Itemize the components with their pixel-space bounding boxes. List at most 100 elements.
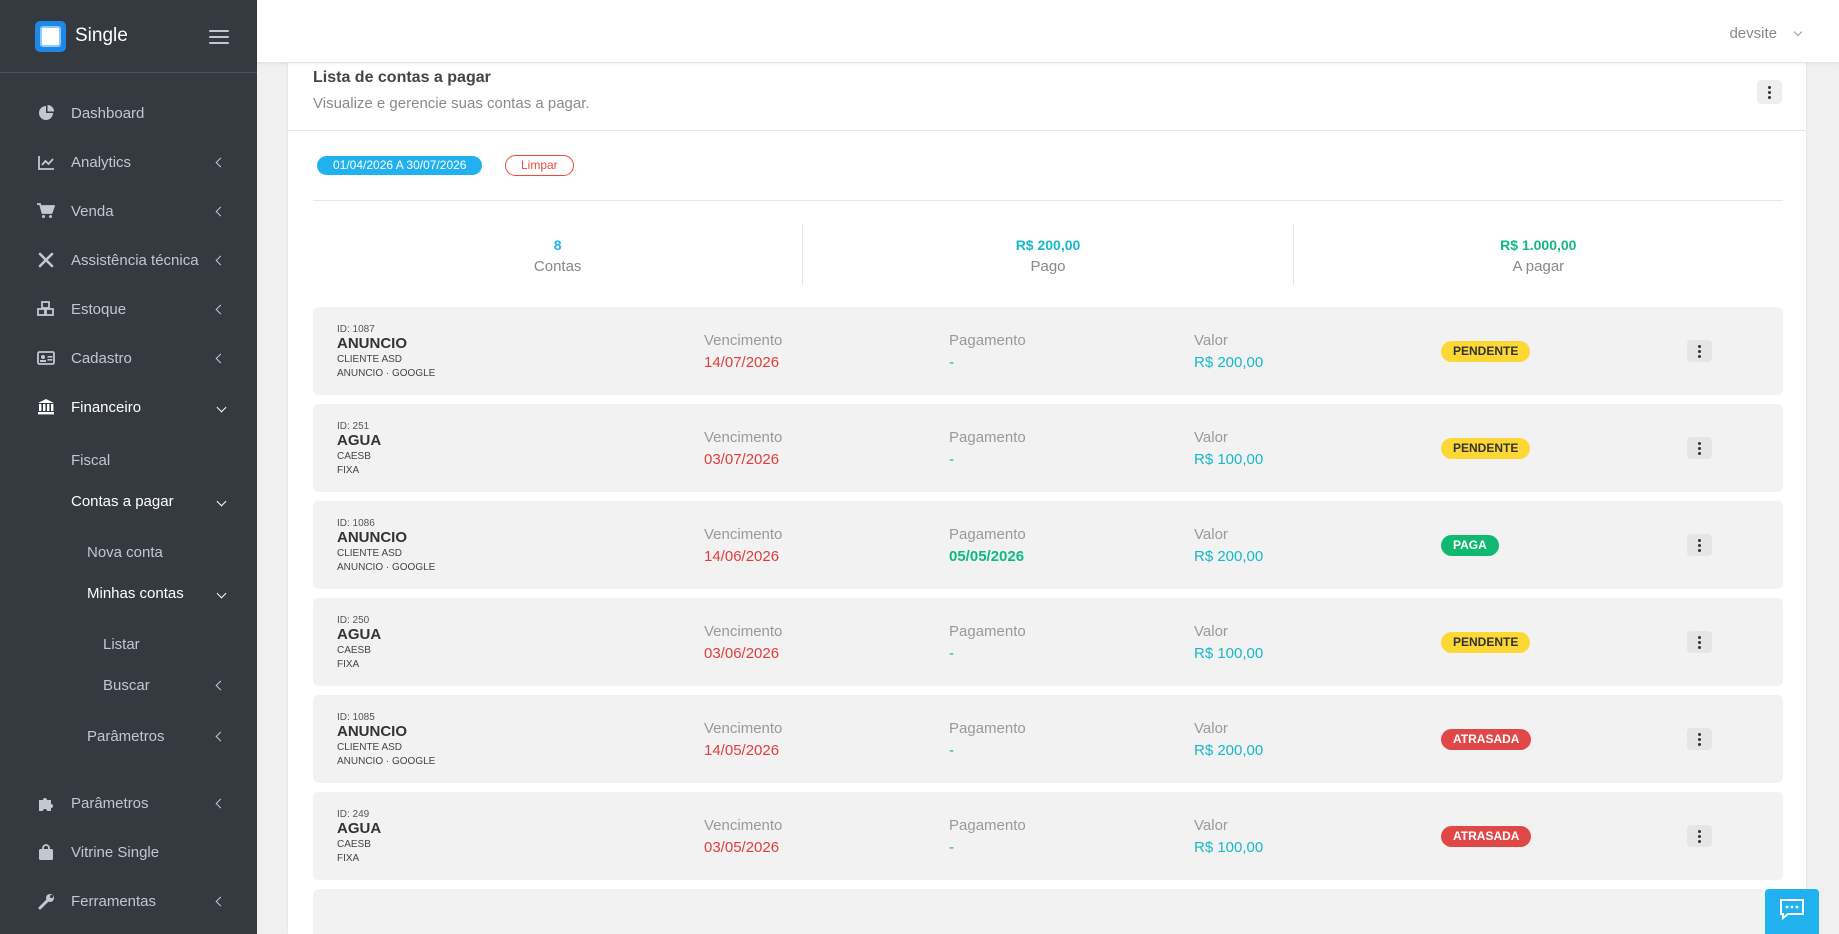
row-menu-button[interactable]: [1687, 825, 1712, 847]
stat-label: Pago: [1030, 258, 1066, 275]
bill-category: ANUNCIO · GOOGLE: [337, 562, 436, 573]
bill-row[interactable]: ID: 1087 ANUNCIO CLIENTE ASD ANUNCIO · G…: [313, 307, 1783, 395]
bill-row[interactable]: ID: 251 AGUA CAESB FIXA Vencimento 03/07…: [313, 404, 1783, 492]
amount-label: Valor: [1194, 623, 1228, 640]
bill-row[interactable]: ID: 1086 ANUNCIO CLIENTE ASD ANUNCIO · G…: [313, 501, 1783, 589]
sidebar-item-parametros-financeiro[interactable]: Parâmetros: [0, 716, 257, 756]
due-date-label: Vencimento: [704, 817, 783, 834]
page-title: Lista de contas a pagar: [313, 69, 491, 86]
bill-id: ID: 1087: [337, 324, 375, 335]
due-date-col: Vencimento 03/06/2026: [704, 623, 782, 662]
amount-label: Valor: [1194, 720, 1228, 737]
sidebar-item-parametros[interactable]: Parâmetros: [0, 783, 257, 823]
status-badge: PENDENTE: [1441, 632, 1531, 653]
due-date-label: Vencimento: [704, 720, 783, 737]
payment-date-col: Pagamento -: [949, 623, 1026, 662]
amount-col: Valor R$ 200,00: [1194, 526, 1263, 565]
chevron-left-icon: [215, 206, 226, 216]
sidebar-item-cadastro[interactable]: Cadastro: [0, 338, 257, 378]
amount-col: Valor R$ 200,00: [1194, 720, 1263, 759]
clear-filter-button[interactable]: Limpar: [505, 155, 574, 176]
kebab-menu-icon: [1698, 829, 1701, 843]
shopping-bag-icon: [37, 843, 55, 861]
sidebar-item-buscar[interactable]: Buscar: [0, 665, 257, 705]
sidebar-item-label: Dashboard: [71, 104, 145, 122]
status-badge: PAGA: [1441, 535, 1499, 556]
due-date-label: Vencimento: [704, 332, 783, 349]
payment-date-value: -: [949, 742, 954, 759]
sidebar-item-venda[interactable]: Venda: [0, 191, 257, 231]
amount-col: Valor R$ 100,00: [1194, 817, 1263, 856]
amount-label: Valor: [1194, 332, 1228, 349]
row-menu-button[interactable]: [1687, 534, 1712, 556]
bill-row[interactable]: ID: 250 AGUA CAESB FIXA Vencimento 03/06…: [313, 598, 1783, 686]
amount-col: Valor R$ 100,00: [1194, 429, 1263, 468]
row-menu-button[interactable]: [1687, 437, 1712, 459]
sidebar-item-listar[interactable]: Listar: [0, 624, 257, 664]
brand[interactable]: Single: [0, 0, 257, 73]
user-menu[interactable]: devsite: [1729, 25, 1803, 42]
due-date-label: Vencimento: [704, 429, 783, 446]
payment-date-label: Pagamento: [949, 332, 1026, 349]
wrench-icon: [37, 892, 55, 910]
due-date-col: Vencimento 14/07/2026: [704, 332, 782, 371]
chevron-left-icon: [215, 798, 226, 808]
row-menu-button[interactable]: [1687, 728, 1712, 750]
chat-button[interactable]: [1765, 889, 1819, 934]
sidebar-item-analytics[interactable]: Analytics: [0, 142, 257, 182]
brand-name: Single: [75, 25, 128, 46]
row-menu-button[interactable]: [1687, 631, 1712, 653]
hamburger-icon[interactable]: [209, 30, 229, 48]
sidebar-item-label: Assistência técnica: [71, 251, 199, 269]
due-date-col: Vencimento 14/05/2026: [704, 720, 782, 759]
bill-name: AGUA: [337, 626, 382, 643]
stat-label: A pagar: [1512, 258, 1565, 275]
chevron-left-icon: [215, 680, 226, 690]
payment-date-value: -: [949, 354, 954, 371]
sidebar-item-estoque[interactable]: Estoque: [0, 289, 257, 329]
chat-icon: [1779, 898, 1805, 925]
sidebar-item-dashboard[interactable]: Dashboard: [0, 93, 257, 133]
payment-date-col: Pagamento -: [949, 817, 1026, 856]
cubes-icon: [37, 300, 55, 318]
stat-label: Contas: [533, 258, 582, 275]
chevron-left-icon: [215, 731, 226, 741]
due-date-label: Vencimento: [704, 623, 783, 640]
sidebar-item-label: Vitrine Single: [71, 843, 160, 861]
amount-value: R$ 100,00: [1194, 451, 1264, 468]
bill-supplier: CAESB: [337, 451, 371, 462]
payment-date-col: Pagamento -: [949, 332, 1026, 371]
sidebar-item-ferramentas[interactable]: Ferramentas: [0, 881, 257, 921]
bill-name: AGUA: [337, 432, 382, 449]
kebab-menu-icon: [1698, 344, 1701, 358]
sidebar-item-assistencia[interactable]: Assistência técnica: [0, 240, 257, 280]
amount-col: Valor R$ 100,00: [1194, 623, 1263, 662]
bill-row[interactable]: ID: 249 AGUA CAESB FIXA Vencimento 03/05…: [313, 792, 1783, 880]
sidebar-item-label: Cadastro: [71, 349, 132, 367]
sidebar-item-label: Parâmetros: [71, 794, 149, 812]
kebab-menu-icon: [1768, 85, 1771, 99]
sidebar-item-minhas-contas[interactable]: Minhas contas: [0, 573, 257, 613]
payment-date-col: Pagamento -: [949, 720, 1026, 759]
chip-logo-icon: [35, 20, 66, 52]
sidebar-item-fiscal[interactable]: Fiscal: [0, 440, 257, 480]
sidebar-item-label: Analytics: [71, 153, 132, 171]
date-range-filter-badge[interactable]: 01/04/2026 A 30/07/2026: [317, 156, 483, 175]
bill-supplier: CLIENTE ASD: [337, 742, 403, 753]
kebab-menu-icon: [1698, 732, 1701, 746]
sidebar-item-nova-conta[interactable]: Nova conta: [0, 532, 257, 572]
chevron-down-icon: [216, 496, 227, 506]
payment-date-value: -: [949, 451, 954, 468]
bill-row[interactable]: ID: 1085 ANUNCIO CLIENTE ASD ANUNCIO · G…: [313, 695, 1783, 783]
card-menu-button[interactable]: [1757, 80, 1782, 104]
due-date-col: Vencimento 14/06/2026: [704, 526, 782, 565]
kebab-menu-icon: [1698, 441, 1701, 455]
sidebar-item-financeiro[interactable]: Financeiro: [0, 387, 257, 427]
bill-supplier: CAESB: [337, 645, 371, 656]
bank-icon: [37, 398, 55, 416]
row-menu-button[interactable]: [1687, 340, 1712, 362]
payment-date-col: Pagamento -: [949, 429, 1026, 468]
sidebar-item-vitrine[interactable]: Vitrine Single: [0, 832, 257, 872]
bill-row-partial[interactable]: [313, 889, 1783, 934]
sidebar-item-contas-a-pagar[interactable]: Contas a pagar: [0, 481, 257, 521]
